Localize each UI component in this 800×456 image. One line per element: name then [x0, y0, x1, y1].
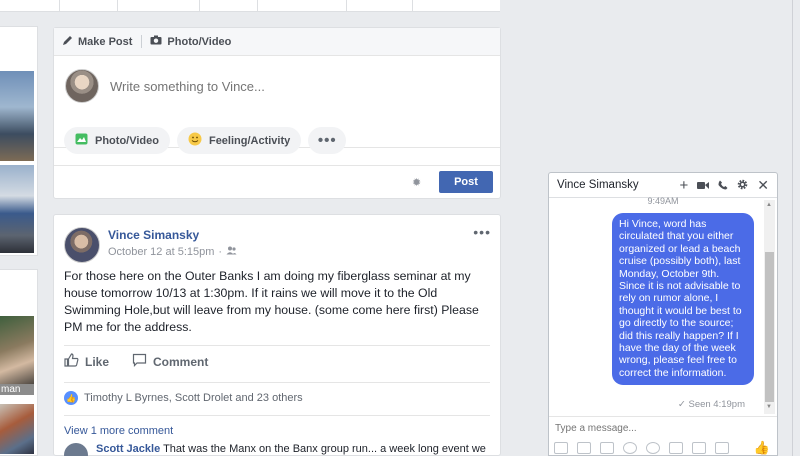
nav-cell[interactable] — [60, 0, 118, 12]
tab-photo-video[interactable]: Photo/Video — [141, 35, 240, 48]
post-author[interactable]: Vince Simansky — [108, 228, 199, 242]
reactions-summary[interactable]: 👍 Timothy L Byrnes, Scott Drolet and 23 … — [64, 391, 303, 405]
gif-icon[interactable] — [600, 442, 614, 454]
photo-thumbnail[interactable] — [0, 71, 34, 161]
thumbs-up-icon — [64, 353, 79, 370]
nav-cell[interactable] — [200, 0, 258, 12]
comment-button[interactable]: Comment — [132, 353, 208, 370]
feeling-activity-button[interactable]: Feeling/Activity — [176, 127, 302, 154]
scroll-up-icon[interactable]: ▲ — [766, 202, 772, 208]
chat-scrollbar[interactable]: ▲ ▼ — [764, 200, 775, 414]
photo-video-button[interactable]: Photo/Video — [64, 127, 170, 154]
comment-author[interactable]: Scott Jackle — [96, 443, 160, 455]
sent-message-bubble[interactable]: Hi Vince, word has circulated that you e… — [612, 213, 754, 386]
smiley-icon — [188, 132, 202, 149]
seen-receipt: ✓ Seen 4:19pm — [678, 399, 745, 410]
scroll-down-icon[interactable]: ▼ — [766, 404, 772, 410]
comment: Scott Jackle That was the Manx on the Ba… — [64, 443, 486, 456]
photo-icon — [75, 133, 88, 148]
chat-toolbar — [554, 442, 729, 454]
comment-content: Scott Jackle That was the Manx on the Ba… — [96, 443, 486, 456]
post-body: For those here on the Outer Banks I am d… — [64, 269, 479, 334]
message-input[interactable] — [555, 423, 755, 434]
chat-header-icons: + ✕ — [680, 177, 770, 194]
photos-card — [0, 26, 38, 256]
seen-text: Seen 4:19pm — [688, 399, 745, 410]
friends-card: man — [0, 269, 38, 456]
avatar[interactable] — [64, 227, 100, 263]
composer-input[interactable] — [110, 79, 490, 94]
nav-cell[interactable] — [118, 0, 200, 12]
nav-cell[interactable] — [0, 0, 60, 12]
friend-name-caption: man — [0, 384, 34, 395]
camera-icon — [150, 35, 162, 48]
divider — [64, 382, 490, 383]
tab-label: Photo/Video — [167, 35, 232, 48]
close-icon[interactable]: ✕ — [757, 177, 769, 194]
settings-gear-icon[interactable]: ✹ — [412, 176, 421, 189]
like-label: Like — [85, 354, 110, 369]
composer-tabs: Make Post Photo/Video — [54, 28, 500, 56]
sticker-icon[interactable] — [577, 442, 591, 454]
post-meta: October 12 at 5:15pm · — [108, 246, 237, 258]
friends-audience-icon[interactable] — [226, 246, 237, 258]
post-button[interactable]: Post — [439, 171, 493, 193]
meta-separator: · — [218, 246, 223, 258]
avatar[interactable] — [65, 69, 99, 103]
post-composer: Make Post Photo/Video Photo/Video Feelin… — [53, 27, 501, 199]
comment-text: That was the Manx on the Banx group run.… — [163, 443, 486, 455]
pill-label: Photo/Video — [95, 134, 159, 147]
comment-label: Comment — [153, 354, 209, 369]
message-timestamp: 9:49AM — [647, 196, 679, 206]
divider — [64, 345, 490, 346]
feed-post: Vince Simansky October 12 at 5:15pm · ••… — [53, 214, 501, 456]
avatar[interactable] — [64, 443, 88, 456]
scroll-thumb[interactable] — [765, 252, 774, 402]
post-options-icon[interactable]: ••• — [473, 224, 491, 240]
gear-icon[interactable] — [737, 179, 748, 193]
like-button[interactable]: Like — [64, 353, 109, 370]
photo-attach-icon[interactable] — [554, 442, 568, 454]
tab-make-post[interactable]: Make Post — [62, 35, 141, 49]
chat-header[interactable]: Vince Simansky + ✕ — [549, 173, 777, 198]
window-edge — [792, 0, 793, 456]
friend-photo[interactable] — [0, 316, 34, 384]
friend-photo[interactable] — [0, 404, 34, 454]
check-icon: ✓ — [677, 399, 686, 410]
video-call-icon[interactable] — [697, 179, 710, 193]
game-icon[interactable] — [692, 442, 706, 454]
nav-cell[interactable] — [258, 0, 347, 12]
tab-label: Make Post — [78, 35, 133, 48]
divider — [64, 415, 490, 416]
attachment-icon[interactable] — [669, 442, 683, 454]
comment-icon — [132, 353, 147, 370]
divider — [549, 416, 777, 417]
reactions-text: Timothy L Byrnes, Scott Drolet and 23 ot… — [84, 392, 303, 404]
view-more-comments-link[interactable]: View 1 more comment — [64, 425, 173, 437]
left-photo-column: man — [0, 26, 38, 456]
composer-options: Photo/Video Feeling/Activity ••• — [64, 127, 347, 154]
profile-nav-strip — [0, 0, 500, 12]
payment-icon[interactable] — [646, 442, 660, 454]
pencil-icon — [62, 35, 73, 49]
nav-cell[interactable] — [347, 0, 413, 12]
chat-title[interactable]: Vince Simansky — [557, 179, 639, 191]
chat-window: Vince Simansky + ✕ 9:49AM Hi Vince, word… — [548, 172, 778, 456]
photo-thumbnail[interactable] — [0, 165, 34, 253]
emoji-icon[interactable] — [623, 442, 637, 454]
more-options-button[interactable]: ••• — [308, 127, 347, 154]
camera-icon[interactable] — [715, 442, 729, 454]
pill-label: Feeling/Activity — [208, 134, 291, 147]
send-like-icon[interactable]: 👍 — [754, 440, 770, 456]
like-reaction-icon: 👍 — [64, 391, 78, 405]
add-people-icon[interactable]: + — [680, 177, 689, 194]
phone-call-icon[interactable] — [718, 179, 728, 193]
composer-footer: ✹ Post — [54, 165, 500, 199]
post-timestamp[interactable]: October 12 at 5:15pm — [108, 246, 214, 258]
